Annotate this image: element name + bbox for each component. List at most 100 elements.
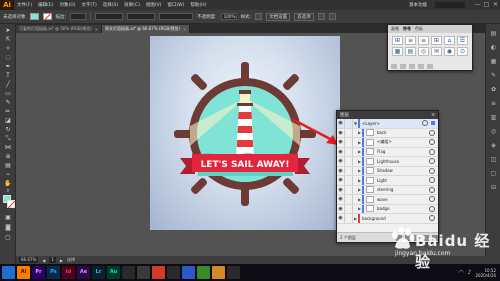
lock-toggle[interactable] [345,204,353,213]
align-icon[interactable]: ⊟ [489,184,498,191]
taskbar-app[interactable] [137,266,150,279]
stroke-weight-field[interactable] [70,13,87,20]
lock-toggle[interactable] [345,119,353,128]
lock-toggle[interactable] [345,176,353,185]
place-symbol-icon[interactable] [400,64,406,69]
new-symbol-icon[interactable] [418,64,424,69]
eye-icon[interactable]: ◉ [337,138,345,147]
menu-help[interactable]: 帮助(H) [187,2,209,8]
layer-row[interactable]: ◉ ▶ steering [337,185,438,195]
taskbar-indesign[interactable]: Id [62,266,75,279]
width-tool-icon[interactable]: ⋈ [3,144,13,151]
target-icon[interactable] [429,148,435,155]
symbol-item[interactable]: ☰ [457,36,468,45]
minimize-button[interactable]: — [473,0,482,10]
start-button[interactable] [2,266,15,279]
target-icon[interactable] [429,215,435,222]
stock-search-input[interactable] [435,2,465,8]
selection-indicator[interactable] [431,121,435,126]
brushes-icon[interactable]: ✎ [489,72,498,79]
trash-icon[interactable] [427,64,433,69]
shape-builder-tool-icon[interactable]: ⊕ [3,153,13,160]
taskbar-app[interactable] [227,266,240,279]
symbol-item[interactable]: ≡ [418,36,429,45]
taskbar-app[interactable] [212,266,225,279]
scale-tool-icon[interactable]: ⤡ [3,135,13,142]
screen-mode-icon[interactable]: ▢ [3,234,13,241]
target-icon[interactable] [429,158,435,165]
opacity-field[interactable]: 100% [220,13,237,20]
rectangle-tool-icon[interactable]: ▭ [3,90,13,97]
layer-row[interactable]: ◉ ▶ badge [337,204,438,214]
stroke-swatch[interactable] [42,13,52,20]
selection-tool-icon[interactable]: ➤ [3,27,13,34]
target-icon[interactable] [429,129,435,136]
menu-file[interactable]: 文件(F) [14,2,35,8]
maximize-button[interactable]: □ [482,0,491,10]
taskbar-app[interactable] [167,266,180,279]
magic-wand-tool-icon[interactable]: ✧ [3,45,13,52]
paintbrush-tool-icon[interactable]: ✎ [3,99,13,106]
draw-mode-icon[interactable]: ◙ [3,224,13,231]
direct-selection-tool-icon[interactable]: ⇱ [3,36,13,43]
menu-object[interactable]: 对象(O) [56,2,78,8]
symbol-library-icon[interactable] [391,64,397,69]
taskbar-lightroom[interactable]: Lr [92,266,105,279]
symbol-item[interactable]: ▤ [405,47,416,56]
arrange-icon[interactable] [317,13,325,20]
gradient-icon[interactable]: ▥ [489,114,498,121]
menu-view[interactable]: 视图(V) [143,2,165,8]
target-icon[interactable] [429,186,435,193]
menu-select[interactable]: 选择(S) [100,2,121,8]
target-icon[interactable] [429,139,435,146]
taskbar-app[interactable] [197,266,210,279]
close-icon[interactable]: ✕ [95,27,98,32]
line-tool-icon[interactable]: ╱ [3,81,13,88]
properties-icon[interactable]: ▤ [489,30,498,37]
eye-icon[interactable]: ◉ [337,176,345,185]
lasso-tool-icon[interactable]: ◌ [3,54,13,61]
pencil-tool-icon[interactable]: ✏ [3,108,13,115]
stroke-color-box[interactable] [7,200,15,208]
lock-toggle[interactable] [345,195,353,204]
rotate-tool-icon[interactable]: ↻ [3,126,13,133]
lock-toggle[interactable] [345,166,353,175]
pen-tool-icon[interactable]: ✒ [3,63,13,70]
color-mode-icon[interactable]: ▣ [3,214,13,221]
taskbar-premiere[interactable]: Pr [32,266,45,279]
swatches-icon[interactable]: ▦ [489,58,498,65]
transparency-icon[interactable]: ◎ [489,128,498,135]
break-link-icon[interactable] [409,64,415,69]
artboards-icon[interactable]: ▢ [489,170,498,177]
symbols-icon[interactable]: ✿ [489,86,498,93]
eyedropper-tool-icon[interactable]: ⌁ [3,171,13,178]
symbol-item[interactable]: ⊞ [431,36,442,45]
eraser-tool-icon[interactable]: ◪ [3,117,13,124]
symbol-item[interactable]: ≡ [405,36,416,45]
target-icon[interactable] [429,196,435,203]
menu-type[interactable]: 文字(T) [79,2,100,8]
eye-icon[interactable]: ◉ [337,185,345,194]
taskbar-audition[interactable]: Au [107,266,120,279]
eye-icon[interactable]: ◉ [337,204,345,213]
tab-brushes[interactable]: 画笔 [391,26,399,32]
panel-menu-icon[interactable]: ≡ [431,113,435,118]
symbol-item[interactable]: ▦ [392,47,403,56]
eye-icon[interactable]: ◉ [337,195,345,204]
symbol-item[interactable]: ⊞ [392,36,403,45]
lock-toggle[interactable] [345,185,353,194]
eye-icon[interactable]: ◉ [337,147,345,156]
close-button[interactable]: ✕ [491,0,500,10]
layer-row[interactable]: ◉ ▶ background [337,214,438,224]
graphic-style-picker[interactable] [255,13,263,20]
taskbar-app[interactable] [122,266,135,279]
taskbar-photoshop[interactable]: Ps [47,266,60,279]
layer-row[interactable]: ◉ ▶ Flag [337,147,438,157]
symbol-item[interactable]: ◉ [444,47,455,56]
target-icon[interactable] [422,120,428,127]
prev-artboard-icon[interactable]: ◀ [42,258,45,263]
zoom-tool-icon[interactable]: ⌕ [3,187,13,194]
gradient-tool-icon[interactable]: ▤ [3,162,13,169]
close-icon[interactable]: ✕ [183,27,186,32]
tab-swatches[interactable]: 色板 [415,26,423,32]
